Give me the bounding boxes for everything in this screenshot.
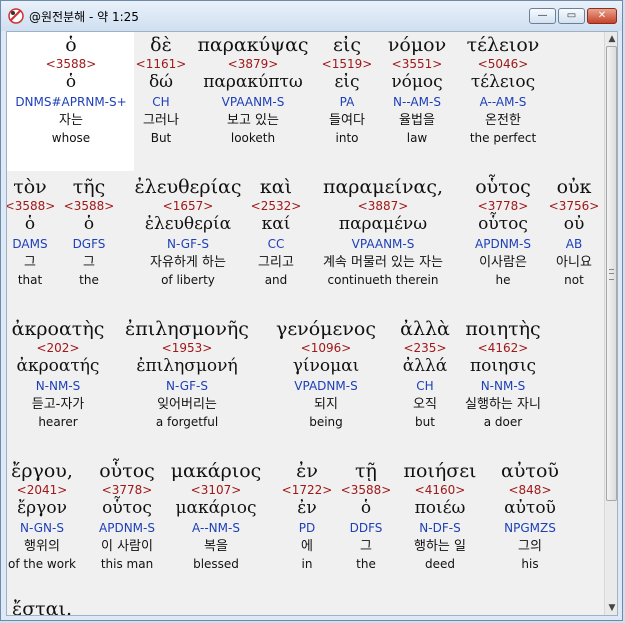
strong-number: <3756>	[548, 199, 600, 213]
parsing-code: N-NM-S	[35, 379, 81, 393]
korean-gloss: 실행하는 자니	[465, 397, 541, 412]
lemma: τέλειος	[470, 72, 536, 92]
strong-number: <5046>	[477, 57, 529, 71]
parsing-code: NPGMZS	[504, 521, 556, 535]
scroll-down-icon[interactable]: ▼	[606, 602, 617, 614]
lemma: ἀκροατής	[16, 356, 100, 376]
app-icon	[8, 8, 24, 24]
maximize-icon: ▭	[566, 10, 577, 21]
scroll-thumb[interactable]	[606, 46, 617, 501]
parsing-code: VPAANM-S	[351, 237, 415, 251]
strong-number: <4162>	[477, 341, 529, 355]
lemma: ποιησις	[469, 356, 537, 376]
parsing-code: A--AM-S	[479, 95, 527, 109]
korean-gloss: 아니요	[556, 255, 592, 270]
greek-word: ἀκροατὴς	[11, 318, 105, 340]
english-gloss: a doer	[483, 415, 523, 429]
window-title: @원전분해 - 약 1:25	[29, 10, 139, 24]
close-icon: ✕	[597, 10, 607, 21]
english-gloss: continueth therein	[327, 273, 439, 287]
parsing-code: N-GF-S	[166, 379, 208, 393]
korean-gloss: 잊어버리는	[157, 397, 217, 412]
english-gloss: not	[564, 273, 584, 287]
strong-number: <3887>	[357, 199, 409, 213]
lemma: ἐπιλησμονή	[136, 356, 238, 376]
greek-word: ἐπιλησμονῆς	[125, 318, 249, 340]
close-button[interactable]: ✕	[587, 8, 617, 24]
greek-word: ποιητὴς	[465, 318, 541, 340]
word-cell[interactable]: ποιητὴς <4162> ποιησις N-NM-S 실행하는 자니 a doer	[433, 318, 573, 430]
minimize-icon: —	[537, 10, 548, 21]
maximize-button[interactable]: ▭	[558, 8, 585, 24]
interlinear-panel[interactable]: ὁ <3588> ὁ DNMS#APRNM-S+ 자는 whose δὲ <1161> δώ CH…	[6, 31, 618, 616]
korean-gloss: 듣고-자가	[31, 397, 85, 412]
greek-word: οὐκ	[556, 176, 592, 198]
title-bar[interactable]: @원전분해 - 약 1:25 — ▭ ✕	[1, 1, 622, 31]
app-window: @원전분해 - 약 1:25 — ▭ ✕ ὁ <3588> ὁ DNMS#APRNM-…	[0, 0, 623, 621]
strong-number: <202>	[36, 341, 80, 355]
word-cell[interactable]: αὐτοῦ <848> αὐτοῦ NPGMZS 그의 his	[460, 460, 600, 572]
korean-gloss: 온전한	[485, 113, 521, 128]
strong-number: <848>	[508, 483, 552, 497]
lemma: οὐ	[563, 214, 585, 234]
word-cell[interactable]: ἀκροατὴς <202> ἀκροατής N-NM-S 듣고-자가 hearer	[7, 318, 128, 430]
lemma: αὐτοῦ	[504, 498, 556, 518]
word-cell[interactable]: τέλειον <5046> τέλειος A--AM-S 온전한 the perfec…	[433, 34, 573, 146]
english-gloss: his	[521, 557, 539, 571]
english-gloss: a forgetful	[155, 415, 219, 429]
grip-icon	[609, 269, 614, 280]
parsing-code: AB	[565, 237, 583, 251]
strong-number: <1953>	[161, 341, 213, 355]
parsing-code: N-NM-S	[480, 379, 526, 393]
korean-gloss: 계속 머물러 있는 자는	[322, 255, 444, 270]
greek-word: παραμείνας,	[322, 176, 444, 198]
vertical-scrollbar[interactable]: ▲ ▼	[604, 32, 617, 615]
english-gloss: the perfect	[469, 131, 537, 145]
greek-word: τέλειον	[466, 34, 540, 56]
scroll-up-icon[interactable]: ▲	[606, 33, 617, 45]
minimize-button[interactable]: —	[529, 8, 556, 24]
word-cell[interactable]: οὐκ <3756> οὐ AB 아니요 not	[504, 176, 617, 288]
greek-word: αὐτοῦ	[501, 460, 559, 482]
word-cell[interactable]: ἐπιλησμονῆς <1953> ἐπιλησμονή N-GF-S 잊어버리는 a …	[117, 318, 257, 430]
english-gloss: hearer	[38, 415, 78, 429]
word-cell[interactable]: παραμείνας, <3887> παραμένω VPAANM-S 계속 머물러 …	[313, 176, 453, 288]
lemma: παραμένω	[338, 214, 428, 234]
korean-gloss: 그의	[518, 539, 542, 554]
next-line-partial: ἔσται.	[12, 598, 72, 616]
